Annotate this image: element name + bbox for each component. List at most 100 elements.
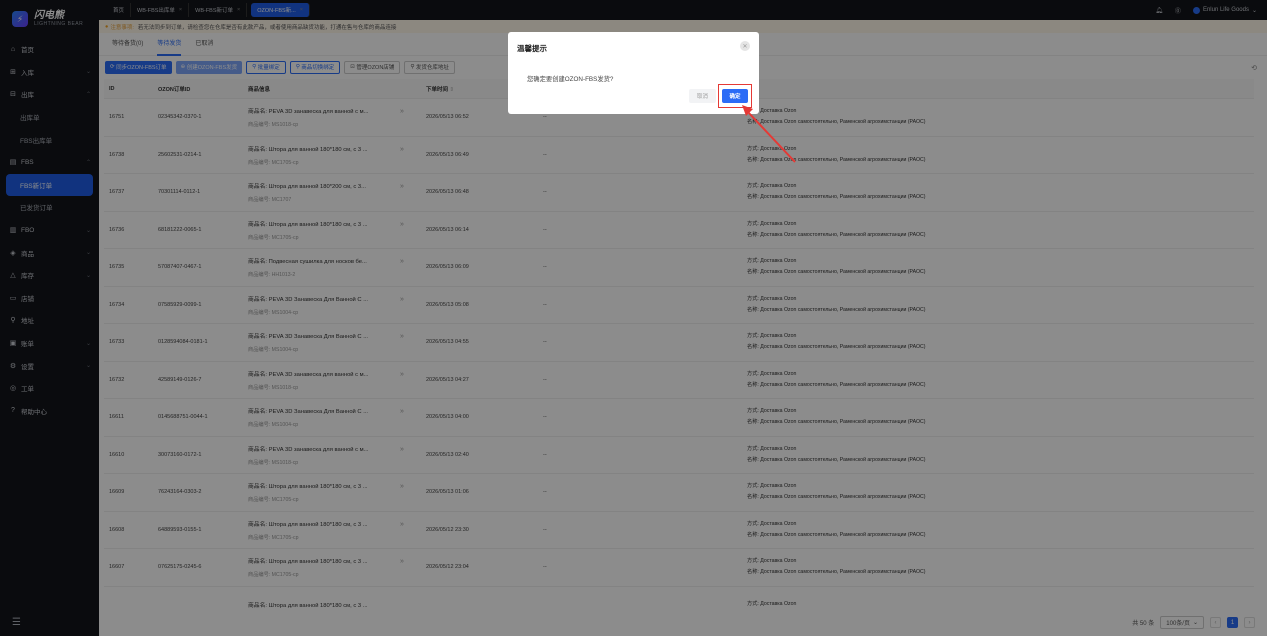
shipping-dest-value: Доставка Ozon самостоятельно, Раменской … xyxy=(760,344,926,351)
product-code-label: 商品编号: xyxy=(248,534,271,541)
product-name-label: 商品名: xyxy=(248,484,268,491)
shipping-dest-label: 名称: xyxy=(747,194,759,201)
create-shipment-button[interactable]: ⊕ 创建OZON-FBS发货 xyxy=(175,60,243,74)
sidebar-item-8[interactable]: ▥ FBO ⌄ xyxy=(0,219,99,242)
tab-waiting-ship[interactable]: 等待发货 xyxy=(157,33,182,56)
order-time: 2026/05/13 04:00 xyxy=(426,414,469,421)
shipping-method-label: 方式: xyxy=(747,445,759,452)
sidebar-item-2[interactable]: ⊟ 出库 ⌃ xyxy=(0,83,99,106)
close-tab-icon[interactable]: × xyxy=(237,7,240,13)
sidebar-item-label: FBS出库单 xyxy=(20,137,53,145)
table-row[interactable]: 16608 64889593-0155-1 商品名: Штора для ванно… xyxy=(104,512,1254,549)
sidebar-item-12[interactable]: ⚲ 地址 xyxy=(0,309,99,332)
shipping-dest: 名称: Доставка Ozon самостоятельно, Раменс… xyxy=(747,380,1254,391)
sync-orders-button[interactable]: ⟳ 同步OZON-FBS订单 xyxy=(105,60,172,74)
logo[interactable]: ⚡ 闪电熊 LIGHTNING BEAR xyxy=(0,0,99,38)
expand-icon[interactable]: » xyxy=(400,408,404,415)
expand-icon[interactable]: » xyxy=(400,258,404,265)
close-icon[interactable]: ✕ xyxy=(740,41,750,51)
table-row[interactable]: 16734 07585929-0099-1 商品名: PEVA 3D Занавес… xyxy=(104,287,1254,324)
table-row[interactable]: 16732 42589149-0126-7 商品名: PEVA 3D занавес… xyxy=(104,362,1254,399)
confirm-dialog: 温馨提示 ✕ 您确定要创建OZON-FBS发货? 取消 确定 xyxy=(508,32,759,114)
product-name: 商品名: PEVA 3D занавеска для ванной с м... xyxy=(248,444,388,453)
table-row[interactable]: 16735 57087407-0467-1 商品名: Подвесная сушил… xyxy=(104,249,1254,287)
expand-icon[interactable]: » xyxy=(400,558,404,565)
expand-icon[interactable]: » xyxy=(400,371,404,378)
expand-icon[interactable]: » xyxy=(400,446,404,453)
help-circle-icon[interactable]: ⓪ xyxy=(1175,6,1181,15)
confirm-button[interactable]: 确定 xyxy=(722,89,748,103)
sidebar-item-1[interactable]: ⊞ 入库 ⌄ xyxy=(0,61,99,84)
shipping-dest-value: Доставка Ozon самостоятельно, Раменской … xyxy=(760,231,926,238)
page-size-select[interactable]: 100条/页 ⌄ xyxy=(1160,616,1204,629)
table-row[interactable]: 16733 0128594084-0181-1 商品名: PEVA 3D Занав… xyxy=(104,324,1254,362)
sidebar-item-13[interactable]: ▣ 账单 ⌄ xyxy=(0,332,99,355)
sidebar-item-10[interactable]: △ 库存 ⌄ xyxy=(0,264,99,287)
sidebar-item-9[interactable]: ◈ 商品 ⌄ xyxy=(0,241,99,264)
expand-icon[interactable]: » xyxy=(400,483,404,490)
product-code: 商品编号: HH1013-2 xyxy=(248,271,422,278)
tab-label: OZON-FBS新... xyxy=(257,8,296,14)
sidebar-item-14[interactable]: ⚙ 设置 ⌄ xyxy=(0,354,99,377)
sidebar-item-4[interactable]: FBS出库单 xyxy=(0,128,99,151)
expand-icon[interactable]: » xyxy=(400,333,404,340)
tab-cancelled[interactable]: 已取消 xyxy=(195,33,213,56)
tab-0[interactable]: 首页 xyxy=(107,3,132,17)
sidebar-item-15[interactable]: ◎ 工单 xyxy=(0,377,99,400)
next-page-button[interactable]: › xyxy=(1244,617,1255,628)
page-size-value: 100条/页 xyxy=(1166,621,1190,627)
sidebar-item-6[interactable]: FBS新订单 xyxy=(6,173,93,197)
table-row[interactable]: 16736 68181222-0065-1 商品名: Штора для ванно… xyxy=(104,212,1254,249)
refresh-icon[interactable]: ⟲ xyxy=(1251,64,1257,72)
expand-icon[interactable]: » xyxy=(400,183,404,190)
expand-icon[interactable]: » xyxy=(400,146,404,153)
table-row[interactable]: 商品名: Штора для ванной 180*180 см, с 3 ..… xyxy=(104,587,1254,609)
sidebar-item-11[interactable]: ▭ 店铺 xyxy=(0,287,99,310)
sort-icon: ⇕ xyxy=(449,86,455,93)
switch-bind-button[interactable]: ⚲ 商品切换绑定 xyxy=(289,60,341,74)
tab-2[interactable]: WB-FBS新订单 × xyxy=(189,3,248,17)
bell-icon[interactable]: 🔔︎ xyxy=(1155,7,1163,14)
table-row[interactable]: 16610 30073160-0172-1 商品名: PEVA 3D занавес… xyxy=(104,437,1254,474)
product-name-label: 商品名: xyxy=(248,446,268,453)
expand-icon[interactable]: » xyxy=(400,108,404,115)
table-row[interactable]: 16611 0145688751-0044-1 商品名: PEVA 3D Занав… xyxy=(104,399,1254,437)
sidebar-item-16[interactable]: ? 帮助中心 xyxy=(0,400,99,423)
sidebar-item-5[interactable]: ▤ FBS ⌃ xyxy=(0,151,99,174)
table-row[interactable]: 16738 25602531-0214-1 商品名: Штора для ванно… xyxy=(104,137,1254,174)
table-row[interactable]: 16609 76243164-0303-2 商品名: Штора для ванно… xyxy=(104,474,1254,512)
sidebar-item-3[interactable]: 出库单 xyxy=(0,106,99,129)
product-name-value: PEVA 3D Занавеска Для Ванной С ... xyxy=(268,334,369,341)
table-row[interactable]: 16737 70301114-0112-1 商品名: Штора для ванно… xyxy=(104,174,1254,212)
ozon-order-id: 25602531-0214-1 xyxy=(158,151,202,158)
tab-waiting-stock[interactable]: 等待备货(0) xyxy=(112,33,143,56)
sidebar-item-0[interactable]: ⌂ 首页 xyxy=(0,38,99,61)
shipping-info: 方式: Доставка Ozon名称: Доставка Ozon самос… xyxy=(747,406,1254,428)
shipping-dest: 名称: Доставка Ozon самостоятельно, Раменс… xyxy=(747,492,1254,503)
expand-icon[interactable]: » xyxy=(400,521,404,528)
col-ozon-order: OZON订单ID xyxy=(158,86,191,93)
warehouse-address-button[interactable]: ⚲ 发货仓库地址 xyxy=(404,60,455,74)
table-row[interactable]: 16607 07625175-0245-6 商品名: Штора для ванно… xyxy=(104,549,1254,587)
shipping-dest: 名称: Доставка Ozon самостоятельно, Раменс… xyxy=(747,567,1254,578)
close-tab-icon[interactable]: × xyxy=(179,7,182,13)
shop-switcher[interactable]: Enlun Life Goods ⌄ xyxy=(1192,6,1257,14)
expand-icon[interactable]: » xyxy=(400,221,404,228)
shipping-method-value: Доставка Ozon xyxy=(760,483,797,490)
status-value: -- xyxy=(543,114,547,121)
close-tab-icon[interactable]: × xyxy=(300,7,303,13)
tab-3[interactable]: OZON-FBS新... × xyxy=(251,3,310,17)
prev-page-button[interactable]: ‹ xyxy=(1210,617,1221,628)
cancel-button[interactable]: 取消 xyxy=(689,89,716,103)
sidebar-item-7[interactable]: 已发货订单 xyxy=(0,196,99,219)
page-number-button[interactable]: 1 xyxy=(1227,617,1238,628)
manage-shop-button[interactable]: ⊡ 管理OZON店铺 xyxy=(344,60,401,74)
collapse-menu-icon[interactable]: ☰ xyxy=(12,617,21,628)
expand-icon[interactable]: » xyxy=(400,296,404,303)
sidebar-item-label: FBS xyxy=(21,158,34,166)
shipping-method-label: 方式: xyxy=(747,370,759,377)
batch-bind-button[interactable]: ⚲ 批量绑定 xyxy=(246,60,286,74)
product-name: 商品名: PEVA 3D Занавеска Для Ванной С ... xyxy=(248,294,388,303)
shipping-dest-value: Доставка Ozon самостоятельно, Раменской … xyxy=(760,381,926,388)
tab-1[interactable]: WB-FBS出库单 × xyxy=(131,3,190,17)
